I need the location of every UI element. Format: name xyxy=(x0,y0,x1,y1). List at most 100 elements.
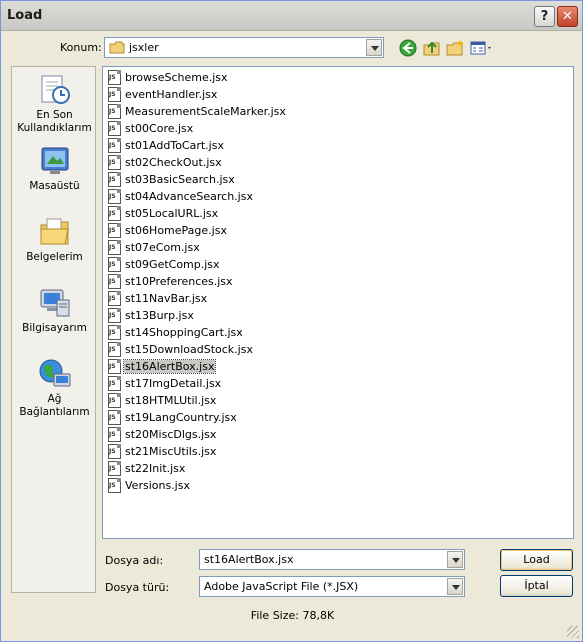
file-name: st20MiscDlgs.jsx xyxy=(125,428,217,441)
file-list-item[interactable]: st20MiscDlgs.jsx xyxy=(106,426,306,443)
file-list-item[interactable]: st09GetComp.jsx xyxy=(106,256,306,273)
cancel-button[interactable]: İptal xyxy=(500,575,573,597)
file-size-status: File Size: 78,8K xyxy=(250,609,335,622)
file-type-value: Adobe JavaScript File (*.JSX) xyxy=(204,580,359,593)
load-button[interactable]: Load xyxy=(500,549,573,571)
close-button[interactable]: ✕ xyxy=(557,6,578,27)
place-recent[interactable]: En Son Kullandıklarım xyxy=(12,73,97,135)
jsx-file-icon xyxy=(108,376,121,391)
file-name: st19LangCountry.jsx xyxy=(125,411,237,424)
jsx-file-icon xyxy=(108,257,121,272)
file-list-item[interactable]: st07eCom.jsx xyxy=(106,239,306,256)
jsx-file-icon xyxy=(108,410,121,425)
place-label: Belgelerim xyxy=(26,251,83,263)
file-list-item[interactable]: st02CheckOut.jsx xyxy=(106,154,306,171)
jsx-file-icon xyxy=(108,342,121,357)
back-icon[interactable] xyxy=(398,38,418,58)
chevron-down-icon[interactable] xyxy=(366,39,382,56)
look-in-combo[interactable]: jsxler xyxy=(104,37,384,58)
jsx-file-icon xyxy=(108,138,121,153)
place-desktop[interactable]: Masaüstü xyxy=(12,144,97,193)
file-list-item[interactable]: st15DownloadStock.jsx xyxy=(106,341,306,358)
file-name: st22Init.jsx xyxy=(125,462,186,475)
file-list-item[interactable]: st04AdvanceSearch.jsx xyxy=(106,188,306,205)
place-label: Ağ Bağlantılarım xyxy=(19,393,90,418)
my-documents-icon xyxy=(38,215,72,249)
file-list-item[interactable]: st14ShoppingCart.jsx xyxy=(106,324,306,341)
file-list-item[interactable]: st00Core.jsx xyxy=(106,120,306,137)
file-list-item[interactable]: st13Burp.jsx xyxy=(106,307,306,324)
up-folder-icon[interactable] xyxy=(422,38,442,58)
file-list-item[interactable]: st21MiscUtils.jsx xyxy=(106,443,306,460)
file-name: st13Burp.jsx xyxy=(125,309,194,322)
places-bar: En Son Kullandıklarım Masaüstü Belgeleri… xyxy=(11,66,96,593)
file-list-item[interactable]: Versions.jsx xyxy=(106,477,306,494)
desktop-icon xyxy=(38,144,72,178)
new-folder-icon[interactable] xyxy=(445,38,465,58)
jsx-file-icon xyxy=(108,104,121,119)
file-name: st05LocalURL.jsx xyxy=(125,207,219,220)
jsx-file-icon xyxy=(108,121,121,136)
jsx-file-icon xyxy=(108,308,121,323)
jsx-file-icon xyxy=(108,274,121,289)
file-name: st15DownloadStock.jsx xyxy=(125,343,253,356)
file-list-item[interactable]: st16AlertBox.jsx xyxy=(106,358,306,375)
file-name: st03BasicSearch.jsx xyxy=(125,173,235,186)
file-list-item[interactable]: st05LocalURL.jsx xyxy=(106,205,306,222)
chevron-down-icon[interactable] xyxy=(447,551,463,568)
file-name: st06HomePage.jsx xyxy=(125,224,227,237)
jsx-file-icon xyxy=(108,325,121,340)
window-title: Load xyxy=(7,8,43,23)
place-network[interactable]: Ağ Bağlantılarım xyxy=(12,357,97,419)
title-bar[interactable]: Load ? ✕ xyxy=(1,1,582,31)
file-name-label: Dosya adı: xyxy=(105,554,164,567)
network-places-icon xyxy=(38,357,72,391)
file-name: st17ImgDetail.jsx xyxy=(125,377,222,390)
file-list-item[interactable]: st06HomePage.jsx xyxy=(106,222,306,239)
file-name: st11NavBar.jsx xyxy=(125,292,208,305)
file-list-item[interactable]: st11NavBar.jsx xyxy=(106,290,306,307)
jsx-file-icon xyxy=(108,87,121,102)
jsx-file-icon xyxy=(108,427,121,442)
view-menu-icon[interactable] xyxy=(470,38,494,58)
resize-grip[interactable] xyxy=(567,626,579,638)
jsx-file-icon xyxy=(108,461,121,476)
file-list-item[interactable]: eventHandler.jsx xyxy=(106,86,306,103)
file-name: st07eCom.jsx xyxy=(125,241,200,254)
file-list-item[interactable]: st22Init.jsx xyxy=(106,460,306,477)
folder-icon xyxy=(109,41,125,54)
place-label: En Son Kullandıklarım xyxy=(17,109,92,134)
jsx-file-icon xyxy=(108,206,121,221)
help-button[interactable]: ? xyxy=(534,6,555,27)
file-list-item[interactable]: st17ImgDetail.jsx xyxy=(106,375,306,392)
file-list-item[interactable]: MeasurementScaleMarker.jsx xyxy=(106,103,306,120)
file-name-combo[interactable]: st16AlertBox.jsx xyxy=(199,549,465,570)
place-label: Bilgisayarım xyxy=(22,322,87,334)
file-list-item[interactable]: st01AddToCart.jsx xyxy=(106,137,306,154)
file-name: MeasurementScaleMarker.jsx xyxy=(125,105,286,118)
jsx-file-icon xyxy=(108,70,121,85)
file-name: st21MiscUtils.jsx xyxy=(125,445,217,458)
file-list-item[interactable]: st03BasicSearch.jsx xyxy=(106,171,306,188)
file-name: st04AdvanceSearch.jsx xyxy=(125,190,253,203)
place-my-computer[interactable]: Bilgisayarım xyxy=(12,286,97,335)
jsx-file-icon xyxy=(108,172,121,187)
file-name-input[interactable]: st16AlertBox.jsx xyxy=(204,553,293,566)
file-list-item[interactable]: st18HTMLUtil.jsx xyxy=(106,392,306,409)
jsx-file-icon xyxy=(108,155,121,170)
chevron-down-icon[interactable] xyxy=(447,578,463,595)
file-name: st01AddToCart.jsx xyxy=(125,139,224,152)
file-list[interactable]: browseScheme.jsx eventHandler.jsx Measurem… xyxy=(102,66,574,539)
my-computer-icon xyxy=(38,286,72,320)
jsx-file-icon xyxy=(108,478,121,493)
file-list-item[interactable]: st10Preferences.jsx xyxy=(106,273,306,290)
jsx-file-icon xyxy=(108,240,121,255)
place-my-documents[interactable]: Belgelerim xyxy=(12,215,97,264)
jsx-file-icon xyxy=(108,291,121,306)
jsx-file-icon xyxy=(108,444,121,459)
look-in-value: jsxler xyxy=(129,41,159,54)
place-label: Masaüstü xyxy=(29,180,80,192)
file-list-item[interactable]: st19LangCountry.jsx xyxy=(106,409,306,426)
file-type-select[interactable]: Adobe JavaScript File (*.JSX) xyxy=(199,576,465,597)
file-list-item[interactable]: browseScheme.jsx xyxy=(106,69,306,86)
